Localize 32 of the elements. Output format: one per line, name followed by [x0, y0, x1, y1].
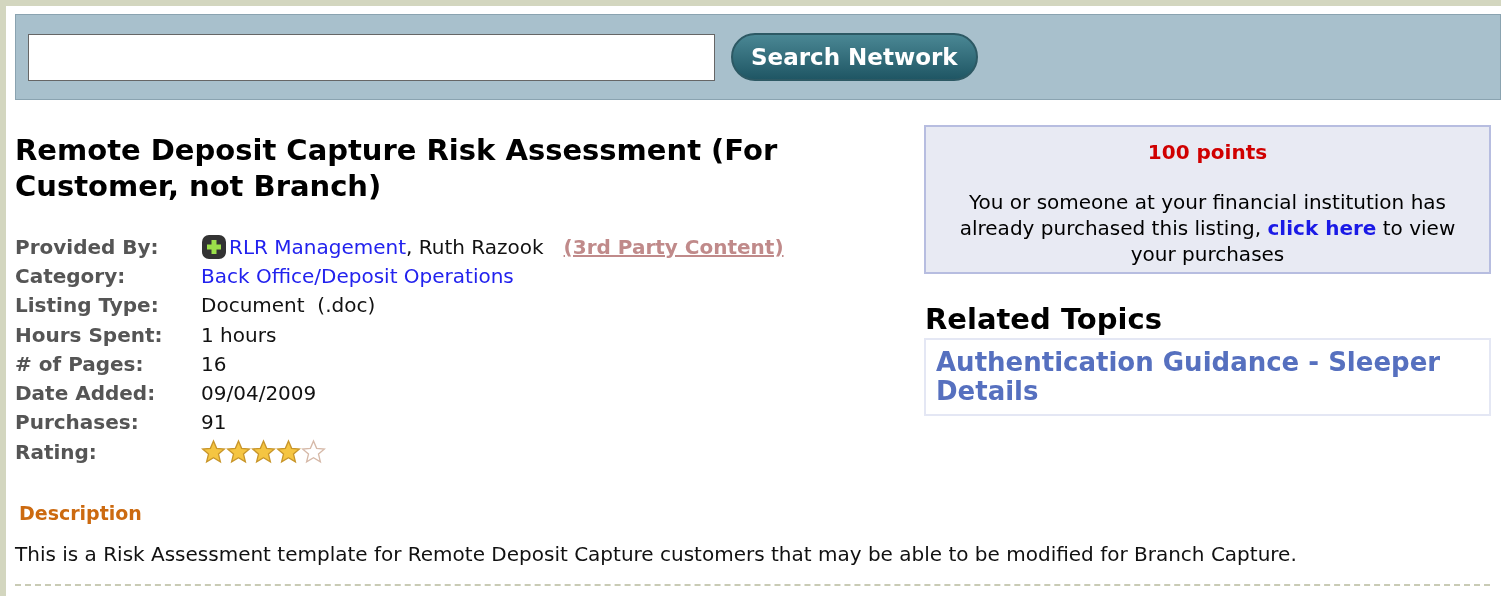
- points-label: 100 points: [1147, 139, 1268, 165]
- search-button[interactable]: Search Network: [731, 33, 978, 81]
- description-text: This is a Risk Assessment template for Remote Deposit Capture customers that may be able to be modified for Branch Capture.: [15, 542, 1298, 567]
- related-topic-link[interactable]: Authentication Guidance - Sleeper Details: [936, 348, 1479, 406]
- click-here-link[interactable]: click here: [1267, 216, 1377, 240]
- provider-name: , Ruth Razook: [406, 234, 544, 259]
- field-label: Purchases:: [15, 410, 140, 435]
- listing-title: Remote Deposit Capture Risk Assessment (For Customer, not Branch): [15, 132, 779, 204]
- purchase-notice: You or someone at your financial institution has already purchased this listing, click here to view your purchases: [958, 189, 1457, 267]
- field-value: 09/04/2009: [201, 381, 317, 406]
- star-icon: [276, 439, 301, 465]
- provider-link[interactable]: RLR Management: [229, 234, 407, 259]
- search-field[interactable]: [28, 33, 715, 81]
- field-label: Date Added:: [15, 381, 157, 406]
- category-link[interactable]: Back Office/Deposit Operations: [201, 263, 514, 288]
- star-icon: [226, 439, 251, 465]
- field-label: Provided By:: [15, 234, 160, 259]
- star-icon: [301, 439, 326, 465]
- plus-icon: [201, 233, 227, 260]
- field-value: 16: [201, 351, 227, 376]
- field-label: Hours Spent:: [15, 322, 164, 347]
- field-label: Rating:: [15, 439, 98, 464]
- field-label: Listing Type:: [15, 293, 160, 318]
- related-topics-heading: Related Topics: [925, 302, 1163, 336]
- star-icon: [251, 439, 276, 465]
- field-value: 1 hours: [201, 322, 277, 347]
- field-value: 91: [201, 410, 227, 435]
- field-label: # of Pages:: [15, 351, 145, 376]
- field-label: Category:: [15, 263, 127, 288]
- description-heading: Description: [19, 502, 142, 525]
- field-value: Document (.doc): [201, 293, 376, 318]
- star-icon: [201, 439, 226, 465]
